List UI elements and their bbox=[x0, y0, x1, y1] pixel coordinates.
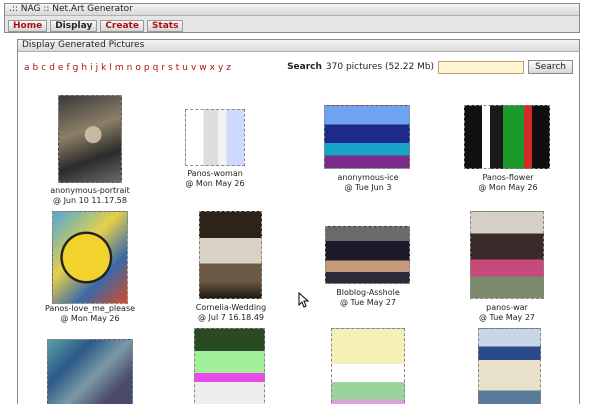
alpha-link[interactable]: p bbox=[144, 63, 150, 73]
alphabet-filter: abcdefghijklmnopqrstuvwxyz bbox=[24, 63, 231, 73]
picture-caption: Bloblog-Asshole @ Tue May 27 bbox=[318, 288, 418, 308]
header-box: .:: NAG :: Net.Art Generator Home Displa… bbox=[4, 3, 580, 33]
alpha-link[interactable]: d bbox=[49, 63, 55, 73]
picture-thumbnail[interactable] bbox=[194, 328, 265, 404]
alpha-link[interactable]: i bbox=[90, 63, 93, 73]
app-title: .:: NAG :: Net.Art Generator bbox=[5, 4, 579, 16]
picture-thumbnail[interactable] bbox=[470, 211, 544, 299]
picture-title[interactable]: Panos-flower bbox=[458, 173, 558, 183]
picture-caption: Panos-flower @ Mon May 26 bbox=[458, 173, 558, 193]
picture-title[interactable]: Panos-woman bbox=[165, 169, 265, 179]
alpha-link[interactable]: r bbox=[161, 63, 165, 73]
alpha-link[interactable]: j bbox=[96, 63, 99, 73]
picture-title[interactable]: Cornelia-Wedding bbox=[181, 303, 281, 313]
picture-caption: panos-war @ Tue May 27 bbox=[457, 303, 557, 323]
search-row: Search 370 pictures (52.22 Mb) Search bbox=[287, 60, 573, 74]
nav-display-button[interactable]: Display bbox=[50, 20, 98, 32]
alpha-link[interactable]: w bbox=[199, 63, 206, 73]
picture-caption: Cornelia-Wedding @ Jul 7 16.18.49 bbox=[181, 303, 281, 323]
picture-title[interactable]: anonymous-portrait bbox=[40, 186, 140, 196]
picture-date: @ Jun 10 11.17.58 bbox=[53, 196, 127, 205]
gallery-panel: Display Generated Pictures abcdefghijklm… bbox=[17, 39, 580, 404]
nav-stats-button[interactable]: Stats bbox=[146, 20, 184, 32]
alpha-link[interactable]: e bbox=[58, 63, 64, 73]
alpha-link[interactable]: o bbox=[135, 63, 141, 73]
picture-caption: anonymous-ice @ Tue Jun 3 bbox=[318, 173, 418, 193]
picture-date: @ Jul 7 16.18.49 bbox=[198, 313, 264, 322]
picture-title[interactable]: anonymous-ice bbox=[318, 173, 418, 183]
alpha-link[interactable]: l bbox=[109, 63, 112, 73]
picture-date: @ Tue May 27 bbox=[339, 298, 396, 307]
picture-thumbnail[interactable] bbox=[331, 328, 405, 404]
alpha-link[interactable]: c bbox=[41, 63, 46, 73]
picture-title[interactable]: Bloblog-Asshole bbox=[318, 288, 418, 298]
search-info: 370 pictures (52.22 Mb) bbox=[325, 62, 435, 72]
nav-home-button[interactable]: Home bbox=[8, 20, 48, 32]
alpha-link[interactable]: h bbox=[81, 63, 87, 73]
picture-thumbnail[interactable] bbox=[464, 105, 550, 169]
alpha-link[interactable]: z bbox=[226, 63, 231, 73]
picture-caption: Panos-love_me_please @ Mon May 26 bbox=[40, 304, 140, 324]
search-label: Search bbox=[287, 62, 322, 72]
nav-bar: Home Display Create Stats bbox=[5, 16, 579, 32]
alpha-link[interactable]: u bbox=[182, 63, 188, 73]
alpha-link[interactable]: y bbox=[218, 63, 223, 73]
picture-caption: Panos-woman @ Mon May 26 bbox=[165, 169, 265, 189]
picture-thumbnail[interactable] bbox=[324, 105, 410, 169]
alpha-link[interactable]: m bbox=[115, 63, 124, 73]
alpha-link[interactable]: s bbox=[168, 63, 173, 73]
picture-date: @ Tue Jun 3 bbox=[344, 183, 392, 192]
picture-thumbnail[interactable] bbox=[325, 226, 410, 284]
picture-title[interactable]: panos-war bbox=[457, 303, 557, 313]
alpha-link[interactable]: x bbox=[210, 63, 215, 73]
alpha-link[interactable]: n bbox=[127, 63, 133, 73]
alpha-link[interactable]: a bbox=[24, 63, 30, 73]
mouse-cursor-icon bbox=[298, 292, 310, 308]
picture-thumbnail[interactable] bbox=[47, 339, 133, 404]
section-title: Display Generated Pictures bbox=[18, 40, 579, 52]
picture-thumbnail[interactable] bbox=[58, 95, 122, 183]
alpha-link[interactable]: q bbox=[153, 63, 159, 73]
search-input[interactable] bbox=[438, 60, 525, 74]
alpha-link[interactable]: f bbox=[66, 63, 69, 73]
picture-date: @ Mon May 26 bbox=[478, 183, 538, 192]
picture-thumbnail[interactable] bbox=[199, 211, 262, 299]
alpha-link[interactable]: k bbox=[101, 63, 106, 73]
picture-thumbnail[interactable] bbox=[478, 328, 541, 404]
alpha-link[interactable]: v bbox=[191, 63, 196, 73]
picture-date: @ Tue May 27 bbox=[478, 313, 535, 322]
alpha-link[interactable]: t bbox=[176, 63, 180, 73]
picture-title[interactable]: Panos-love_me_please bbox=[40, 304, 140, 314]
picture-date: @ Mon May 26 bbox=[185, 179, 245, 188]
alpha-link[interactable]: b bbox=[33, 63, 39, 73]
picture-thumbnail[interactable] bbox=[185, 109, 245, 166]
nav-create-button[interactable]: Create bbox=[100, 20, 144, 32]
picture-caption: anonymous-portrait @ Jun 10 11.17.58 bbox=[40, 186, 140, 206]
search-button[interactable]: Search bbox=[528, 60, 573, 74]
alpha-link[interactable]: g bbox=[73, 63, 79, 73]
picture-thumbnail[interactable] bbox=[52, 211, 128, 304]
picture-date: @ Mon May 26 bbox=[60, 314, 120, 323]
